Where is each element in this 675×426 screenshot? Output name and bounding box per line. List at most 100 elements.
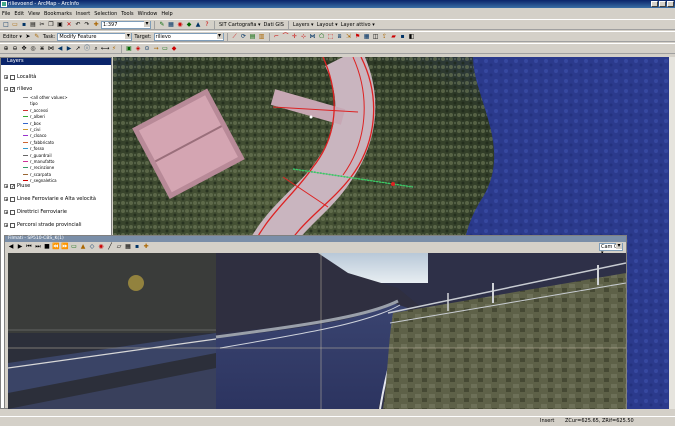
split-tool-icon[interactable]: ⟋ [231,33,239,41]
model-icon[interactable]: ◆ [185,21,193,29]
viewer-icon[interactable]: ▣ [125,45,133,53]
back-extent-icon[interactable]: ◀ [56,45,64,53]
measure-photo-icon[interactable]: ▲ [79,243,87,251]
disk-icon[interactable]: ▪ [399,33,407,41]
measure-icon[interactable]: ⇲ [345,33,353,41]
catalog-icon[interactable]: ◉ [176,21,184,29]
layout-menu[interactable]: Layout ▾ [316,22,339,28]
zoom-layer-icon[interactable]: ◫ [372,33,380,41]
collapse-icon[interactable]: − [4,87,8,92]
sketch-properties-icon[interactable]: ▥ [258,33,266,41]
arctoolbox-icon[interactable]: ▦ [167,21,175,29]
play-back-icon[interactable]: ◀ [7,243,15,251]
toc-layer-piuse[interactable]: + ✓ Piuse [4,183,30,189]
select-elements-icon[interactable]: ➚ [74,45,82,53]
menu-help[interactable]: Help [161,11,172,17]
grid-icon[interactable]: ▦ [124,243,132,251]
menu-file[interactable]: File [2,11,10,17]
save-icon[interactable]: ▪ [20,21,28,29]
locate-icon[interactable]: ◈ [134,45,142,53]
editor-toolbar-icon[interactable]: ✎ [158,21,166,29]
symbol-entry[interactable]: r_accessi [23,108,48,113]
camera-icon[interactable]: ▭ [161,45,169,53]
close-button[interactable] [667,1,674,7]
menu-window[interactable]: Window [138,11,158,17]
identify-tool-icon[interactable]: ⓘ [83,45,91,53]
graph-icon[interactable]: ▰ [390,33,398,41]
hyperlink-icon[interactable]: ⚡ [110,45,118,53]
symbol-entry[interactable]: tipo [23,101,38,106]
menu-selection[interactable]: Selection [94,11,117,17]
edit-tool-icon[interactable]: ➤ [24,33,32,41]
toc-layer-localita[interactable]: + Località [4,74,36,80]
forward-icon[interactable]: ⏩ [61,243,69,251]
area-icon[interactable]: ▱ [115,243,123,251]
sit-cartografia-menu[interactable]: SIT Cartografia ▾ [218,22,262,28]
3d-icon[interactable]: ◇ [88,243,96,251]
toc-layer-linee-ferroviarie[interactable]: + Linee Ferroviarie e Alta velocità [4,196,96,202]
street-photo[interactable] [8,253,626,409]
print-icon[interactable]: ▤ [29,21,37,29]
zoom-out-icon[interactable]: ⊖ [11,45,19,53]
forward-extent-icon[interactable]: ▶ [65,45,73,53]
layer-visibility-checkbox[interactable]: ✓ [10,183,15,189]
symbol-entry[interactable]: <all other values> [23,95,68,100]
editor-menu[interactable]: Editor ▾ [2,34,23,40]
play-icon[interactable]: ▶ [16,243,24,251]
identify-icon[interactable]: ▲ [194,21,202,29]
fixed-zoom-out-icon[interactable]: ⋈ [47,45,55,53]
find-icon[interactable]: ⌕ [92,45,100,53]
add-data-icon[interactable]: ✚ [92,21,100,29]
menu-insert[interactable]: Insert [76,11,90,17]
symbol-entry[interactable]: r_box [23,121,41,126]
menu-view[interactable]: View [28,11,40,17]
line-tool-icon[interactable]: ⌐ [273,33,281,41]
layers-menu[interactable]: Layers ▾ [292,22,315,28]
redo-icon[interactable]: ↷ [83,21,91,29]
expand-icon[interactable]: + [4,75,8,80]
paste-icon[interactable]: ▣ [56,21,64,29]
snapshot-icon[interactable]: ▭ [70,243,78,251]
export-icon[interactable]: ⇪ [381,33,389,41]
node-tool-icon[interactable]: ✛ [291,33,299,41]
gps-icon[interactable]: ⊙ [143,45,151,53]
symbol-entry[interactable]: r_fabbricato [23,140,54,145]
task-combo[interactable]: Modify Feature [57,32,133,41]
menu-edit[interactable]: Edit [14,11,24,17]
select-feature-icon[interactable]: ⬚ [327,33,335,41]
map-scale-combo[interactable]: 1:397 [101,20,151,29]
pin-icon[interactable]: ✚ [142,243,150,251]
symbol-entry[interactable]: r_scarpata [23,172,51,177]
layer-visibility-checkbox[interactable] [10,222,15,228]
symbol-entry[interactable]: r_alberi [23,114,45,119]
stop-icon[interactable]: ■ [43,243,51,251]
map-vertical-scrollbar[interactable] [669,57,675,409]
symbol-entry[interactable]: r_guardrail [23,153,52,158]
expand-icon[interactable]: + [4,197,8,202]
measure-tool-icon[interactable]: ⟷ [101,45,110,53]
camera-select[interactable]: Cam 07 ▾ [599,243,623,256]
copy-icon[interactable]: ❐ [47,21,55,29]
rewind-icon[interactable]: ⏪ [52,243,60,251]
delete-icon[interactable]: ✕ [65,21,73,29]
toc-layer-rilievo[interactable]: − ✓ rilievo [4,86,32,92]
polygon-tool-icon[interactable]: ⬠ [318,33,326,41]
topology-icon[interactable]: ⧈ [336,33,344,41]
new-icon[interactable]: □ [2,21,10,29]
layers-data-frame[interactable]: Layers [7,58,24,64]
rotate-tool-icon[interactable]: ⟳ [240,33,248,41]
target-combo[interactable]: rilievo [153,32,224,41]
save-frame-icon[interactable]: ▪ [133,243,141,251]
menu-bookmarks[interactable]: Bookmarks [44,11,72,17]
attributes-icon[interactable]: ▤ [249,33,257,41]
layer-visibility-checkbox[interactable]: ✓ [10,86,15,92]
symbol-entry[interactable]: r_recinzione [23,165,54,170]
options-icon[interactable]: ◧ [408,33,416,41]
symbol-entry[interactable]: r_cloaco [23,133,47,138]
point-icon[interactable]: ◉ [97,243,105,251]
route-icon[interactable]: ⇝ [152,45,160,53]
toc-layer-direttrici-ferroviarie[interactable]: + Direttrici Ferroviarie [4,209,67,215]
flag-icon[interactable]: ⚑ [354,33,362,41]
undo-icon[interactable]: ↶ [74,21,82,29]
zoom-in-icon[interactable]: ⊕ [2,45,10,53]
